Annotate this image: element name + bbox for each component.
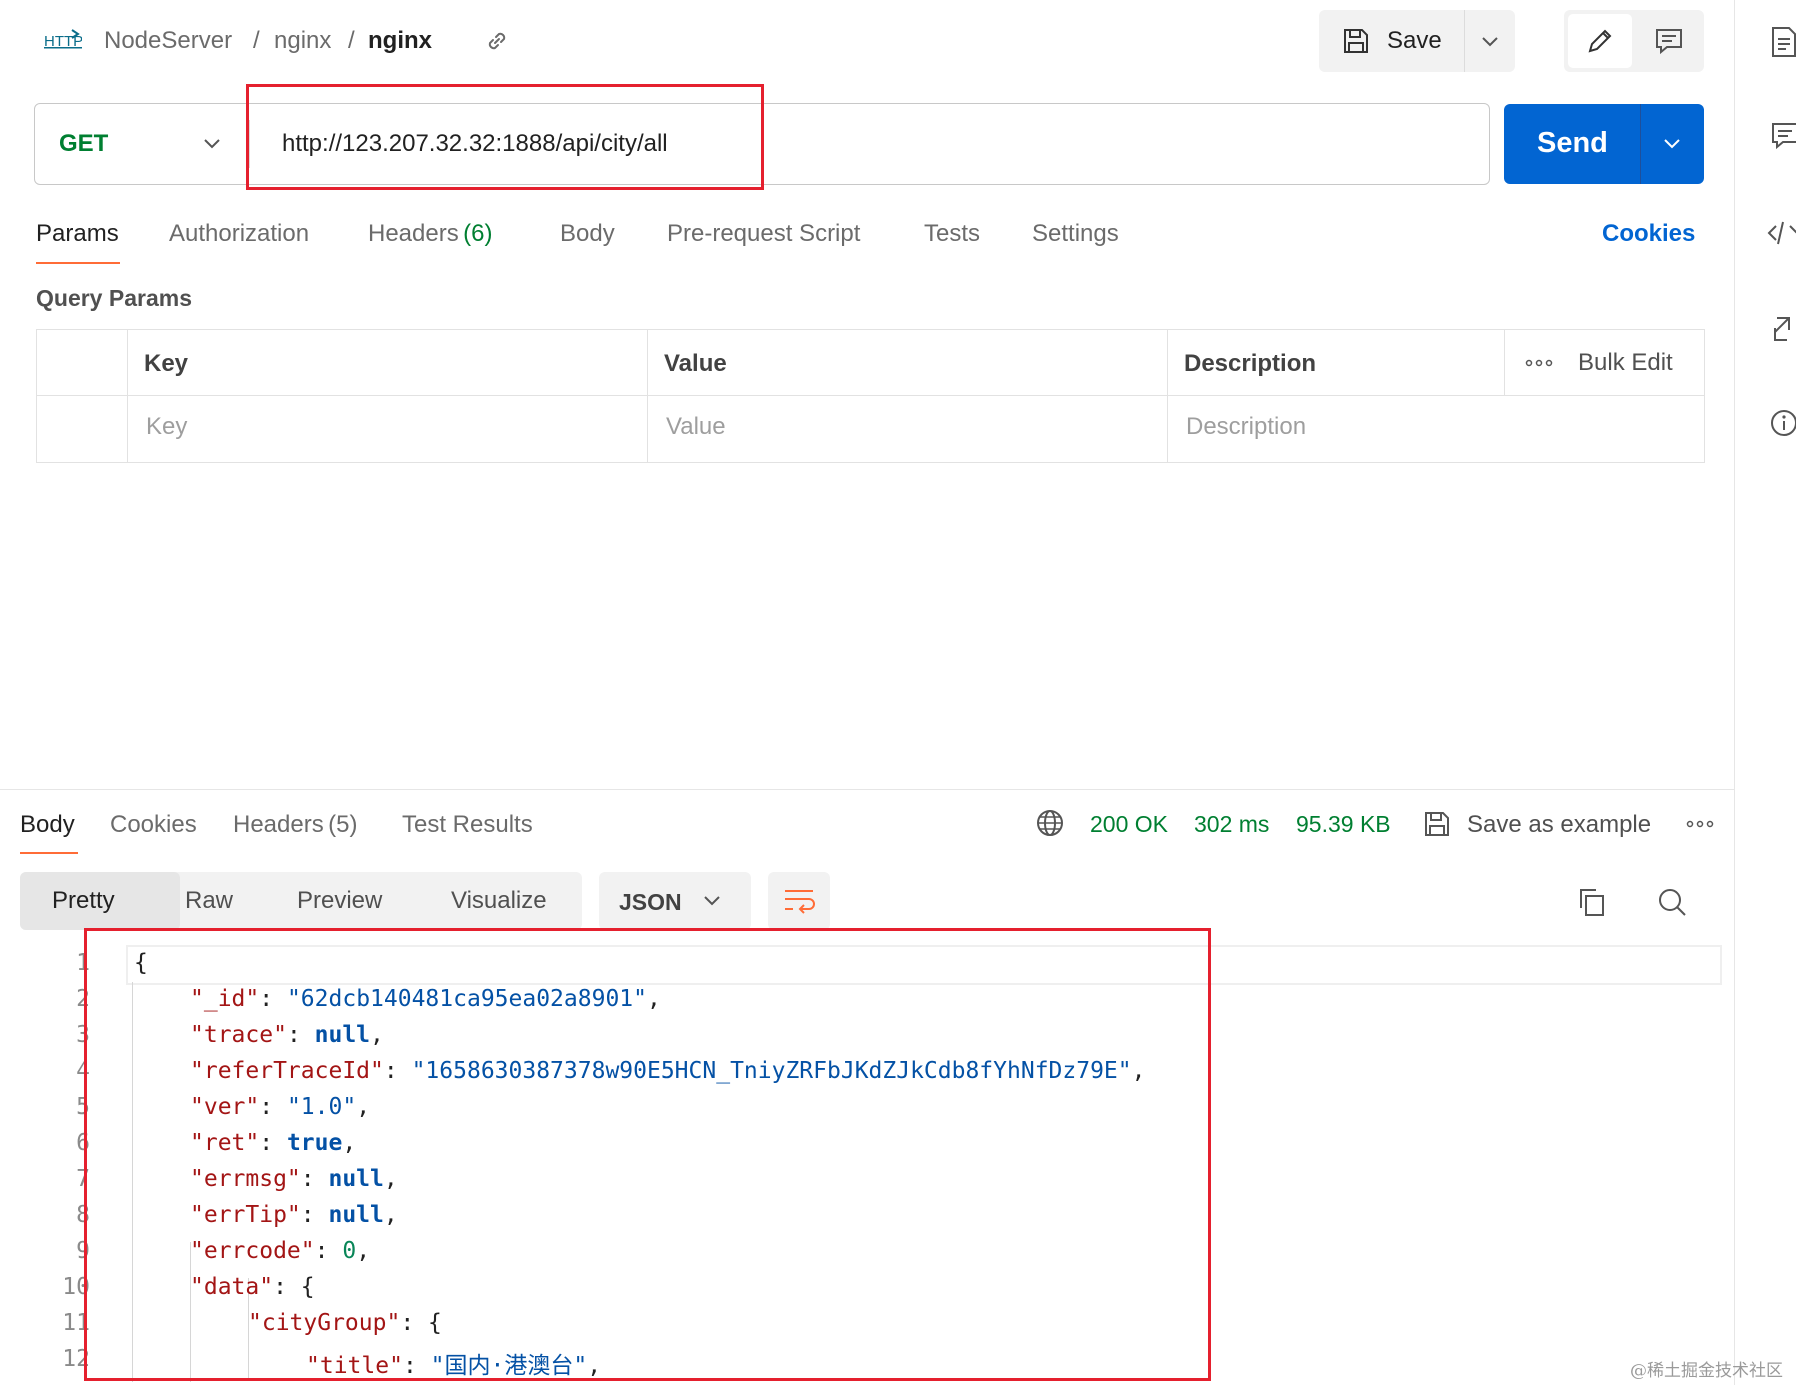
- response-tab-underline: [20, 852, 78, 854]
- pane-divider[interactable]: [0, 789, 1734, 790]
- send-button-group: Send: [1504, 104, 1704, 184]
- response-size[interactable]: 95.39 KB: [1296, 811, 1391, 838]
- search-icon[interactable]: [1656, 886, 1688, 918]
- status-code[interactable]: 200 OK: [1090, 811, 1168, 838]
- chevron-down-icon: [702, 892, 722, 910]
- tab-headers[interactable]: Headers (6): [368, 220, 493, 248]
- comment-icon: [1654, 27, 1684, 55]
- edit-comment-toggle: [1564, 10, 1704, 72]
- line-number: 8: [76, 1202, 90, 1228]
- breadcrumb-separator: /: [253, 27, 260, 54]
- comment-icon[interactable]: [1771, 122, 1796, 152]
- view-preview[interactable]: Preview: [297, 887, 382, 915]
- save-example-button[interactable]: Save as example: [1422, 806, 1662, 842]
- tab-params[interactable]: Params: [36, 220, 119, 248]
- chevron-down-icon: [1662, 135, 1682, 153]
- key-input[interactable]: Key: [146, 413, 187, 441]
- tab-settings[interactable]: Settings: [1032, 220, 1119, 248]
- tab-headers-label: Headers: [368, 220, 459, 247]
- edit-button[interactable]: [1568, 14, 1632, 68]
- line-number: 2: [76, 986, 90, 1012]
- line-number: 5: [76, 1094, 90, 1120]
- column-value: Value: [664, 350, 727, 377]
- method-select[interactable]: GET: [35, 104, 249, 184]
- tab-active-underline: [36, 262, 120, 264]
- method-label: GET: [59, 130, 109, 157]
- send-button[interactable]: Send: [1504, 104, 1640, 184]
- tab-authorization[interactable]: Authorization: [169, 220, 309, 248]
- query-params-title: Query Params: [36, 285, 192, 311]
- line-number: 6: [76, 1130, 90, 1156]
- save-example-label: Save as example: [1467, 811, 1652, 838]
- format-select[interactable]: JSON: [599, 872, 751, 930]
- line-number: 10: [62, 1274, 90, 1300]
- line-number: 11: [62, 1310, 90, 1336]
- column-key: Key: [144, 350, 189, 377]
- breadcrumb-folder[interactable]: nginx: [274, 27, 331, 55]
- view-pretty-label: Pretty: [52, 887, 115, 914]
- line-number: 7: [76, 1166, 90, 1192]
- description-input[interactable]: Description: [1186, 413, 1306, 441]
- tab-tests[interactable]: Tests: [924, 220, 980, 248]
- save-button[interactable]: Save: [1319, 10, 1463, 72]
- view-raw[interactable]: Raw: [185, 887, 233, 915]
- line-number: 1: [76, 950, 90, 976]
- more-options-icon[interactable]: [1525, 358, 1553, 368]
- breadcrumb-collection[interactable]: NodeServer: [104, 27, 232, 55]
- breadcrumb-separator: /: [348, 27, 355, 54]
- watermark: @稀土掘金技术社区: [1630, 1361, 1783, 1381]
- breadcrumb-request[interactable]: nginx: [368, 27, 432, 55]
- save-icon: [1341, 26, 1371, 56]
- request-workspace: HTTP NodeServer / nginx / nginx Save GET…: [0, 0, 1734, 1385]
- send-options-button[interactable]: [1641, 104, 1704, 184]
- save-button-group: Save: [1319, 10, 1515, 72]
- globe-icon[interactable]: [1035, 808, 1065, 838]
- value-input[interactable]: Value: [666, 413, 726, 441]
- line-number: 12: [62, 1346, 90, 1372]
- view-mode-switch: Pretty Raw Preview Visualize: [20, 872, 582, 930]
- annotation-box-url: [246, 84, 764, 190]
- line-number: 9: [76, 1238, 90, 1264]
- tab-prerequest-script[interactable]: Pre-request Script: [667, 220, 860, 248]
- http-icon: HTTP: [42, 26, 82, 56]
- related-collections-icon[interactable]: [1771, 314, 1796, 344]
- chevron-down-icon: [202, 135, 222, 153]
- wrap-lines-button[interactable]: [768, 872, 830, 930]
- line-number: 3: [76, 1022, 90, 1048]
- save-icon: [1422, 809, 1452, 839]
- cookies-link[interactable]: Cookies: [1602, 220, 1695, 248]
- info-icon[interactable]: [1769, 408, 1796, 438]
- response-tab-cookies[interactable]: Cookies: [110, 811, 197, 839]
- pencil-icon: [1586, 27, 1614, 55]
- view-visualize[interactable]: Visualize: [451, 887, 547, 915]
- link-icon[interactable]: [484, 28, 510, 54]
- comments-button[interactable]: [1636, 14, 1700, 68]
- copy-icon[interactable]: [1576, 886, 1608, 918]
- right-sidebar: [1734, 0, 1796, 1385]
- save-options-button[interactable]: [1465, 10, 1515, 72]
- tab-body[interactable]: Body: [560, 220, 615, 248]
- line-number: 4: [76, 1058, 90, 1084]
- response-tab-headers[interactable]: Headers (5): [233, 811, 358, 839]
- more-options-icon[interactable]: [1686, 819, 1714, 829]
- column-description: Description: [1184, 350, 1317, 377]
- annotation-box-response: [84, 928, 1211, 1381]
- format-label: JSON: [619, 889, 682, 915]
- response-tab-test-results[interactable]: Test Results: [402, 811, 533, 839]
- save-label: Save: [1387, 27, 1442, 54]
- response-tab-headers-label: Headers: [233, 811, 324, 838]
- bulk-edit-button[interactable]: Bulk Edit: [1578, 349, 1673, 377]
- tab-headers-count: (6): [463, 220, 493, 247]
- response-time[interactable]: 302 ms: [1194, 811, 1269, 838]
- send-label: Send: [1537, 127, 1608, 159]
- documentation-icon[interactable]: [1771, 26, 1796, 58]
- code-icon[interactable]: [1767, 218, 1796, 248]
- response-tab-headers-count: (5): [328, 811, 358, 838]
- wrap-lines-icon: [783, 887, 815, 915]
- query-params-table: Key Value Description Bulk Edit Key Valu…: [36, 329, 1705, 463]
- chevron-down-icon: [1480, 32, 1500, 50]
- response-tab-body[interactable]: Body: [20, 811, 75, 839]
